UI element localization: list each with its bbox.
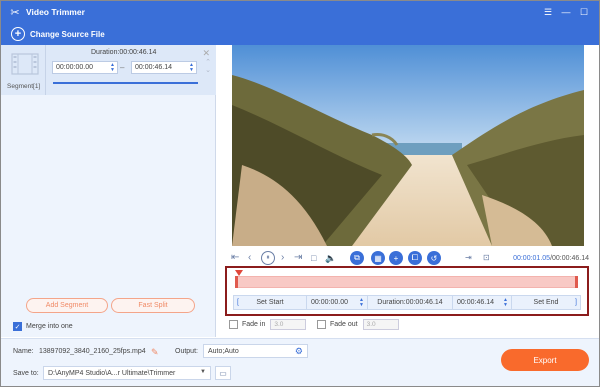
copy-icon[interactable]: ⧠ bbox=[408, 251, 422, 265]
fade-in-checkbox[interactable] bbox=[229, 320, 238, 329]
segment-duration: Duration:00:00:46.14 bbox=[91, 49, 157, 56]
add-icon[interactable]: + bbox=[11, 27, 25, 41]
edit-name-icon[interactable]: ✎ bbox=[151, 347, 159, 358]
merge-option[interactable]: ✓ Merge into one bbox=[13, 322, 73, 331]
volume-icon[interactable]: 🔈 bbox=[325, 252, 336, 264]
app-window: ✂ Video Trimmer ☰ — ☐ + Change Source Fi… bbox=[0, 0, 600, 387]
trim-start-field[interactable]: 00:00:00.00 ▲ ▼ bbox=[307, 296, 367, 309]
current-time: 00:00:01.05 bbox=[513, 255, 551, 262]
trim-start-value: 00:00:00.00 bbox=[311, 299, 348, 306]
stop-icon[interactable]: □ bbox=[311, 252, 316, 264]
output-field[interactable]: Auto;Auto ⚙ bbox=[203, 344, 308, 358]
segment-start-value: 00:00:00.00 bbox=[56, 64, 93, 71]
dropdown-arrow-icon[interactable]: ▼ bbox=[200, 369, 206, 375]
range-dash: – bbox=[120, 63, 125, 72]
film-icon bbox=[10, 51, 40, 77]
video-frame bbox=[232, 45, 584, 246]
output-value: Auto;Auto bbox=[208, 347, 239, 355]
spinner-icon[interactable]: ▲ ▼ bbox=[189, 63, 194, 73]
trim-duration-value: Duration:00:00:46.14 bbox=[377, 299, 443, 306]
bracket-left-icon: [ bbox=[237, 299, 239, 306]
export-button[interactable]: Export bbox=[501, 349, 589, 371]
title-bar: ✂ Video Trimmer ☰ — ☐ bbox=[1, 1, 599, 23]
segment-start-field[interactable]: 00:00:00.00 ▲ ▼ bbox=[52, 61, 118, 74]
jump-end-icon[interactable]: ⇥ bbox=[294, 252, 302, 264]
fade-in-option[interactable]: Fade in 3.0 bbox=[229, 319, 307, 330]
segment-label: Segment[1] bbox=[7, 83, 41, 90]
window-title: Video Trimmer bbox=[26, 7, 85, 17]
set-end-button[interactable]: Set End ] bbox=[512, 296, 580, 309]
set-end-label: Set End bbox=[533, 299, 559, 306]
output-label: Output: bbox=[175, 348, 198, 355]
spinner-icon[interactable]: ▲ ▼ bbox=[110, 63, 115, 73]
settings-gear-icon[interactable]: ⚙ bbox=[295, 346, 303, 357]
trim-timeline[interactable] bbox=[235, 276, 578, 288]
merge-checkbox[interactable]: ✓ bbox=[13, 322, 22, 331]
trim-panel: [ Set Start 00:00:00.00 ▲ ▼ Duration:00:0… bbox=[225, 266, 589, 316]
segment-card[interactable]: Segment[1] Duration:00:00:46.14 00:00:00… bbox=[1, 45, 216, 95]
reorder-icon[interactable]: ⌃ ⌄ bbox=[205, 59, 211, 75]
maximize-icon[interactable]: ☐ bbox=[577, 5, 591, 19]
fullscreen-icon[interactable]: ⊡ bbox=[483, 252, 490, 264]
file-name: 13897092_3840_2160_25fps.mp4 bbox=[39, 348, 146, 355]
reset-icon[interactable]: ↺ bbox=[427, 251, 441, 265]
add-segment-button[interactable]: Add Segment bbox=[26, 298, 108, 313]
feedback-icon[interactable]: ☰ bbox=[541, 5, 555, 19]
end-handle[interactable] bbox=[575, 276, 578, 288]
start-handle[interactable] bbox=[235, 276, 238, 288]
loop-icon[interactable]: ⇥ bbox=[465, 252, 472, 264]
bottom-bar: Name: 13897092_3840_2160_25fps.mp4 ✎ Out… bbox=[1, 338, 599, 386]
save-path-field[interactable]: D:\AnyMP4 Studio\A...r Ultimate\Trimmer … bbox=[43, 366, 211, 380]
fade-in-input[interactable]: 3.0 bbox=[270, 319, 307, 330]
fast-split-button[interactable]: Fast Split bbox=[111, 298, 195, 313]
divider bbox=[45, 45, 46, 95]
trim-end-value: 00:00:46.14 bbox=[457, 299, 494, 306]
save-to-label: Save to: bbox=[13, 370, 39, 377]
time-readout: 00:00:01.05/00:00:46.14 bbox=[513, 255, 589, 262]
fade-options: Fade in 3.0 Fade out 3.0 bbox=[227, 318, 597, 332]
jump-start-icon[interactable]: ⇤ bbox=[231, 252, 239, 264]
toolbar: + Change Source File bbox=[1, 23, 599, 45]
bracket-right-icon: ] bbox=[575, 299, 577, 306]
scissors-icon: ✂ bbox=[10, 6, 20, 19]
total-time: /00:00:46.14 bbox=[550, 255, 589, 262]
spinner-icon[interactable]: ▲ ▼ bbox=[359, 297, 364, 308]
add-clip-icon[interactable]: + bbox=[389, 251, 403, 265]
fade-out-option[interactable]: Fade out 3.0 bbox=[317, 319, 399, 330]
fade-out-checkbox[interactable] bbox=[317, 320, 326, 329]
delete-segment-icon[interactable]: ✕ bbox=[202, 48, 210, 59]
trim-duration: Duration:00:00:46.14 bbox=[368, 296, 452, 309]
segment-range-bar bbox=[53, 82, 198, 84]
next-frame-icon[interactable]: › bbox=[281, 252, 284, 264]
minimize-icon[interactable]: — bbox=[559, 5, 573, 19]
save-path-value: D:\AnyMP4 Studio\A...r Ultimate\Trimmer bbox=[48, 369, 176, 377]
set-start-label: Set Start bbox=[256, 299, 284, 306]
split-icon[interactable]: ⧉ bbox=[350, 251, 364, 265]
merge-label: Merge into one bbox=[26, 323, 73, 330]
pause-icon[interactable]: ⏸ bbox=[261, 251, 275, 265]
video-preview bbox=[217, 45, 599, 246]
previous-frame-icon[interactable]: ‹ bbox=[248, 252, 251, 264]
segment-panel: Segment[1] Duration:00:00:46.14 00:00:00… bbox=[1, 45, 216, 337]
spinner-icon[interactable]: ▲ ▼ bbox=[503, 297, 508, 308]
trim-controls-row: [ Set Start 00:00:00.00 ▲ ▼ Duration:00:0… bbox=[233, 295, 581, 310]
set-start-button[interactable]: [ Set Start bbox=[234, 296, 306, 309]
segment-end-value: 00:00:46.14 bbox=[135, 64, 172, 71]
fade-out-label: Fade out bbox=[330, 321, 358, 328]
name-label: Name: bbox=[13, 348, 34, 355]
segment-end-field[interactable]: 00:00:46.14 ▲ ▼ bbox=[131, 61, 197, 74]
fade-in-label: Fade in bbox=[242, 321, 266, 328]
snapshot-icon[interactable]: ▦ bbox=[371, 251, 385, 265]
open-folder-icon[interactable]: ▭ bbox=[215, 366, 231, 380]
fade-out-input[interactable]: 3.0 bbox=[362, 319, 399, 330]
trim-end-field[interactable]: 00:00:46.14 ▲ ▼ bbox=[453, 296, 511, 309]
change-source-button[interactable]: Change Source File bbox=[30, 30, 105, 39]
